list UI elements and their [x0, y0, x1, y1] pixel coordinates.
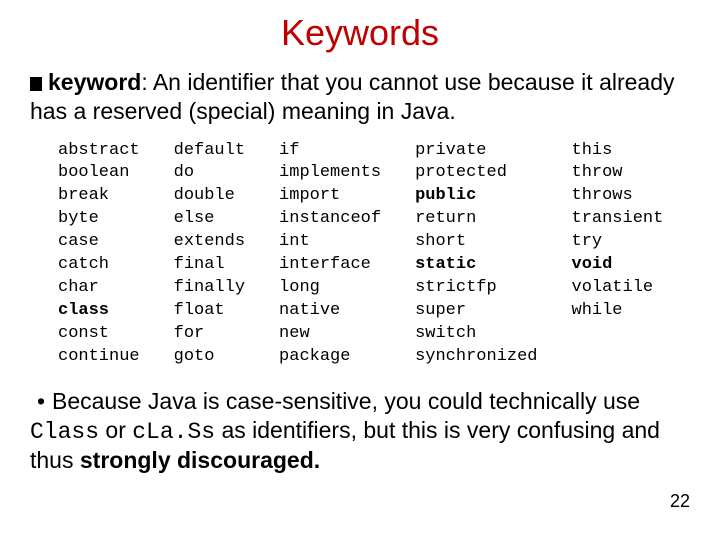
kw-item: double — [174, 186, 235, 205]
keyword-definition: keyword: An identifier that you cannot u… — [30, 68, 696, 126]
kw-item: abstract — [58, 141, 140, 160]
kw-item: this — [572, 141, 613, 160]
kw-item: return — [415, 209, 476, 228]
kw-item: if — [279, 141, 299, 160]
kw-item: static — [415, 255, 476, 274]
kw-item: implements — [279, 163, 381, 182]
kw-item: super — [415, 301, 466, 320]
kw-item: boolean — [58, 163, 129, 182]
kw-item: goto — [174, 347, 215, 366]
keywords-col-2: if implements import instanceof int inte… — [279, 140, 381, 369]
kw-item: extends — [174, 232, 245, 251]
keywords-col-4: this throw throws transient try void vol… — [572, 140, 664, 369]
def-term: keyword — [48, 69, 141, 95]
note-pre: Because Java is case-sensitive, you coul… — [52, 388, 640, 414]
kw-item: switch — [415, 324, 476, 343]
kw-item: byte — [58, 209, 99, 228]
kw-item: finally — [174, 278, 245, 297]
kw-item: continue — [58, 347, 140, 366]
kw-item: transient — [572, 209, 664, 228]
page-number: 22 — [670, 491, 690, 512]
kw-item: default — [174, 141, 245, 160]
keywords-col-1: default do double else extends final fin… — [174, 140, 245, 369]
kw-item: else — [174, 209, 215, 228]
kw-item: case — [58, 232, 99, 251]
keywords-col-3: private protected public return short st… — [415, 140, 537, 369]
kw-item: try — [572, 232, 603, 251]
kw-item: protected — [415, 163, 507, 182]
bullet-marker-icon — [30, 77, 42, 91]
kw-item: short — [415, 232, 466, 251]
footnote: •Because Java is case-sensitive, you cou… — [30, 387, 696, 475]
kw-item: do — [174, 163, 194, 182]
kw-item: package — [279, 347, 350, 366]
bullet-dot-icon: • — [30, 387, 52, 416]
note-mid: or — [99, 417, 132, 443]
note-mono-1: cLa.Ss — [132, 419, 215, 445]
kw-item: final — [174, 255, 225, 274]
kw-item: throws — [572, 186, 633, 205]
kw-item: long — [279, 278, 320, 297]
page-title: Keywords — [24, 12, 696, 54]
kw-item: break — [58, 186, 109, 205]
kw-item: private — [415, 141, 486, 160]
kw-item: void — [572, 255, 613, 274]
kw-item: new — [279, 324, 310, 343]
kw-item: interface — [279, 255, 371, 274]
kw-item: strictfp — [415, 278, 497, 297]
kw-item: for — [174, 324, 205, 343]
keywords-col-0: abstract boolean break byte case catch c… — [58, 140, 140, 369]
kw-item: const — [58, 324, 109, 343]
kw-item: char — [58, 278, 99, 297]
kw-item: class — [58, 301, 109, 320]
kw-item: throw — [572, 163, 623, 182]
kw-item: int — [279, 232, 310, 251]
kw-item: float — [174, 301, 225, 320]
kw-item: while — [572, 301, 623, 320]
kw-item: volatile — [572, 278, 654, 297]
kw-item: public — [415, 186, 476, 205]
note-mono-0: Class — [30, 419, 99, 445]
kw-item: synchronized — [415, 347, 537, 366]
keywords-columns: abstract boolean break byte case catch c… — [58, 140, 696, 369]
kw-item: catch — [58, 255, 109, 274]
note-strong: strongly discouraged. — [80, 447, 320, 473]
kw-item: import — [279, 186, 340, 205]
kw-item: native — [279, 301, 340, 320]
kw-item: instanceof — [279, 209, 381, 228]
